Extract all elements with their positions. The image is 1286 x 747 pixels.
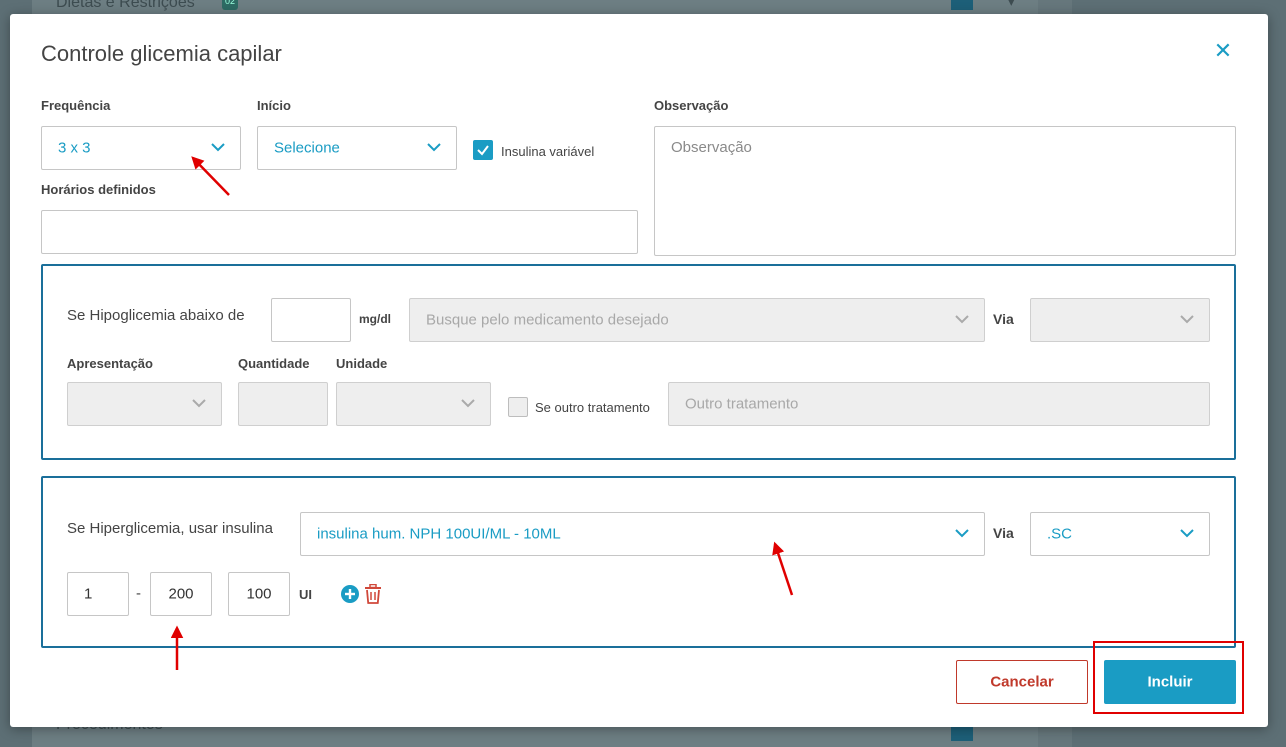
via-value: .SC	[1047, 525, 1073, 543]
observacao-label: Observação	[654, 98, 729, 113]
unidade-select[interactable]	[336, 382, 491, 426]
hiperglicemia-section: Se Hiperglicemia, usar insulina insulina…	[41, 476, 1236, 648]
chevron-down-icon	[955, 315, 969, 324]
hipoglicemia-label: Se Hipoglicemia abaixo de	[67, 307, 245, 324]
chevron-down-icon	[461, 399, 475, 408]
apresentacao-label: Apresentação	[67, 356, 153, 371]
via-label: Via	[993, 525, 1014, 541]
frequencia-select[interactable]: 3 x 3	[41, 126, 241, 170]
insulina-variavel-label: Insulina variável	[501, 144, 595, 159]
annotation-highlight-box	[1093, 641, 1244, 714]
cancel-button-label: Cancelar	[990, 673, 1054, 691]
plus-circle-icon[interactable]	[340, 584, 360, 604]
observacao-placeholder: Observação	[671, 139, 752, 156]
hiperglicemia-label: Se Hiperglicemia, usar insulina	[67, 520, 273, 537]
quantidade-input[interactable]	[238, 382, 328, 426]
chevron-down-icon	[1180, 315, 1194, 324]
range-separator: -	[136, 585, 141, 602]
dose-unit-label: UI	[299, 587, 312, 602]
inicio-select[interactable]: Selecione	[257, 126, 457, 170]
dose-value: 100	[246, 585, 272, 603]
outro-tratamento-checkbox[interactable]	[508, 397, 528, 417]
chevron-down-icon	[1180, 529, 1194, 538]
chevron-down-icon	[955, 529, 969, 538]
unidade-label: Unidade	[336, 356, 388, 371]
medicamento-value: insulina hum. NPH 100UI/ML - 10ML	[317, 525, 561, 543]
range-from-input[interactable]: 1	[67, 572, 129, 616]
check-icon	[477, 145, 489, 156]
background-badge: 02	[222, 0, 238, 10]
background-add-icon-bottom	[951, 727, 973, 741]
range-to-value: 200	[168, 585, 194, 603]
chevron-down-icon: ▾	[1008, 0, 1015, 9]
chevron-down-icon	[211, 143, 225, 152]
dose-input[interactable]: 100	[228, 572, 290, 616]
outro-tratamento-check-label: Se outro tratamento	[535, 400, 650, 415]
glicemia-modal: Controle glicemia capilar ✕ Frequência 3…	[10, 14, 1268, 727]
frequencia-value: 3 x 3	[58, 139, 91, 157]
observacao-textarea[interactable]: Observação	[654, 126, 1236, 256]
hipoglicemia-section: Se Hipoglicemia abaixo de mg/dl Busque p…	[41, 264, 1236, 460]
hipoglicemia-via-select[interactable]	[1030, 298, 1210, 342]
hiperglicemia-via-select[interactable]: .SC	[1030, 512, 1210, 556]
outro-tratamento-input[interactable]: Outro tratamento	[668, 382, 1210, 426]
range-from-value: 1	[84, 585, 93, 603]
via-label: Via	[993, 311, 1014, 327]
hipoglicemia-threshold-input[interactable]	[271, 298, 351, 342]
inicio-value: Selecione	[274, 139, 340, 157]
mgdl-unit-label: mg/dl	[359, 312, 391, 326]
outro-tratamento-placeholder: Outro tratamento	[685, 395, 799, 413]
background-add-icon	[951, 0, 973, 10]
background-section-title: Dietas e Restrições	[56, 0, 195, 11]
frequencia-label: Frequência	[41, 98, 111, 113]
chevron-down-icon	[427, 143, 441, 152]
cancel-button[interactable]: Cancelar	[956, 660, 1088, 704]
horarios-label: Horários definidos	[41, 182, 156, 197]
inicio-label: Início	[257, 98, 291, 113]
range-to-input[interactable]: 200	[150, 572, 212, 616]
horarios-input[interactable]	[41, 210, 638, 254]
trash-icon[interactable]	[364, 584, 382, 604]
quantidade-label: Quantidade	[238, 356, 310, 371]
hipoglicemia-medicamento-select[interactable]: Busque pelo medicamento desejado	[409, 298, 985, 342]
modal-title: Controle glicemia capilar	[41, 41, 282, 66]
chevron-down-icon	[192, 399, 206, 408]
medicamento-placeholder: Busque pelo medicamento desejado	[426, 311, 669, 329]
apresentacao-select[interactable]	[67, 382, 222, 426]
insulina-variavel-checkbox[interactable]	[473, 140, 493, 160]
close-icon[interactable]: ✕	[1210, 38, 1236, 64]
hiperglicemia-medicamento-select[interactable]: insulina hum. NPH 100UI/ML - 10ML	[300, 512, 985, 556]
